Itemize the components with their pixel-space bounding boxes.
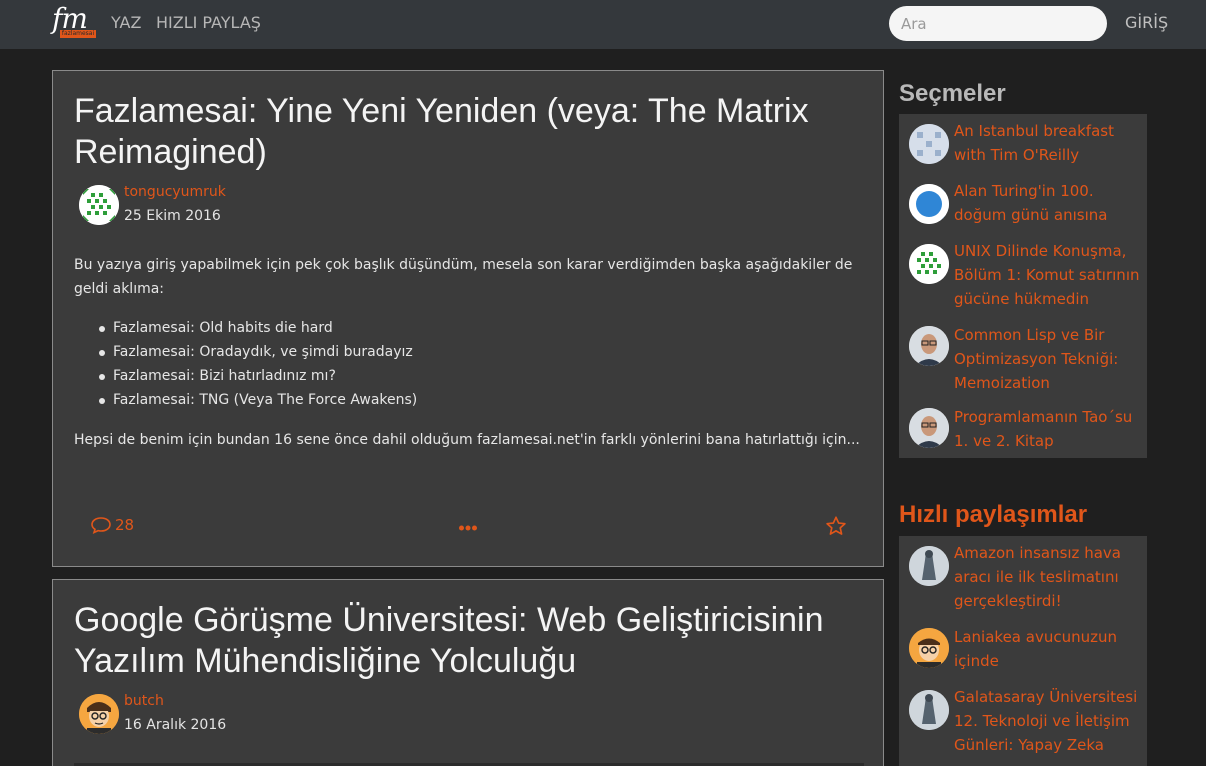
picks-heading: Seçmeler: [899, 80, 1006, 107]
login-link[interactable]: GİRİŞ: [1125, 13, 1168, 32]
author-avatar[interactable]: [79, 185, 119, 225]
item-avatar: [909, 184, 949, 224]
pick-link[interactable]: Common Lisp ve Bir Optimizasyon Tekniği:…: [954, 323, 1146, 395]
post-title[interactable]: Google Görüşme Üniversitesi: Web Gelişti…: [74, 600, 864, 682]
post-card: Google Görüşme Üniversitesi: Web Gelişti…: [52, 579, 884, 766]
favorite-button[interactable]: [825, 515, 847, 541]
picks-list: An Istanbul breakfast with Tim O'Reilly …: [899, 114, 1147, 458]
star-icon: [826, 516, 846, 535]
pick-link[interactable]: Alan Turing'in 100. doğum günü anısına: [954, 179, 1146, 227]
list-item: Fazlamesai: Old habits die hard: [93, 316, 417, 340]
pick-link[interactable]: An Istanbul breakfast with Tim O'Reilly: [954, 119, 1146, 167]
item-avatar: [909, 244, 949, 284]
more-options-button[interactable]: [458, 518, 478, 537]
post-date: 25 Ekim 2016: [124, 208, 221, 224]
comment-button[interactable]: 28: [90, 516, 134, 534]
list-item: Fazlamesai: Bizi hatırladınız mı?: [93, 364, 417, 388]
post-title[interactable]: Fazlamesai: Yine Yeni Yeniden (veya: The…: [74, 91, 864, 173]
list-item: Fazlamesai: Oradaydık, ve şimdi buradayı…: [93, 340, 417, 364]
search-input[interactable]: [889, 6, 1107, 41]
quick-shares-list: Amazon insansız hava aracı ile ilk tesli…: [899, 536, 1147, 766]
item-avatar: [909, 326, 949, 366]
logo-subtext: fazlamesai: [60, 30, 96, 38]
quick-share-link[interactable]: Galatasaray Üniversitesi 12. Teknoloji v…: [954, 685, 1146, 757]
nav-link-write[interactable]: YAZ: [111, 13, 141, 32]
comment-count: 28: [115, 516, 135, 534]
top-navbar: fm fazlamesai YAZ HIZLI PAYLAŞ GİRİŞ: [0, 0, 1206, 49]
quick-share-link[interactable]: Laniakea avucunuzun içinde: [954, 625, 1146, 673]
pick-link[interactable]: UNIX Dilinde Konuşma, Bölüm 1: Komut sat…: [954, 239, 1146, 311]
author-avatar[interactable]: [79, 694, 119, 734]
item-avatar: [909, 628, 949, 668]
item-avatar: [909, 546, 949, 586]
post-bullet-list: Fazlamesai: Old habits die hard Fazlames…: [93, 316, 417, 412]
item-avatar: [909, 408, 949, 448]
more-dots-icon: [459, 525, 477, 531]
item-avatar: [909, 690, 949, 730]
post-date: 16 Aralık 2016: [124, 717, 227, 733]
quick-share-link[interactable]: Amazon insansız hava aracı ile ilk tesli…: [954, 541, 1146, 613]
quick-shares-heading: Hızlı paylaşımlar: [899, 501, 1088, 528]
post-intro: Bu yazıya giriş yapabilmek için pek çok …: [74, 257, 853, 297]
pick-link[interactable]: Programlamanın Tao´su 1. ve 2. Kitap: [954, 405, 1146, 453]
list-item: Fazlamesai: TNG (Veya The Force Awakens): [93, 388, 417, 412]
site-logo[interactable]: fm fazlamesai: [50, 2, 98, 40]
post-outro: Hepsi de benim için bundan 16 sene önce …: [74, 432, 860, 448]
author-name[interactable]: butch: [124, 693, 164, 709]
comment-icon: [91, 517, 111, 534]
author-name[interactable]: tongucyumruk: [124, 184, 226, 200]
post-card: Fazlamesai: Yine Yeni Yeniden (veya: The…: [52, 70, 884, 567]
nav-link-quick-share[interactable]: HIZLI PAYLAŞ: [156, 13, 261, 32]
item-avatar: [909, 124, 949, 164]
